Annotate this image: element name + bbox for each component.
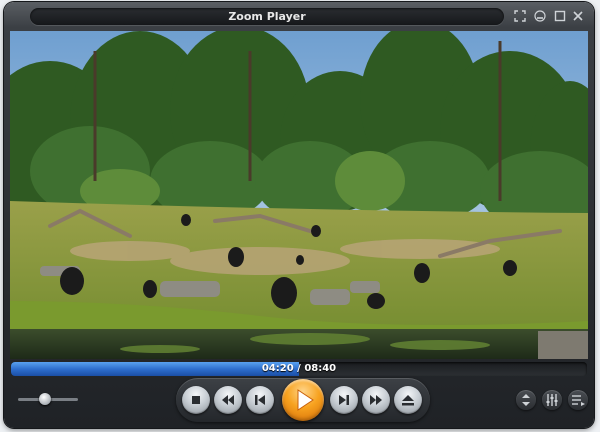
skip-previous-icon xyxy=(255,395,265,405)
player-window: Zoom Player 04:20 / 08:40 xyxy=(4,2,594,428)
time-separator: / xyxy=(293,363,305,374)
window-title: Zoom Player xyxy=(30,8,504,25)
volume-slider-handle[interactable] xyxy=(39,393,51,405)
fullscreen-icon xyxy=(514,10,526,22)
stop-button[interactable] xyxy=(182,386,210,414)
equalizer-button[interactable] xyxy=(542,390,562,410)
seek-bar[interactable]: 04:20 / 08:40 xyxy=(11,362,587,376)
rewind-button[interactable] xyxy=(214,386,242,414)
fast-forward-button[interactable] xyxy=(362,386,390,414)
current-time: 04:20 xyxy=(261,363,294,374)
fullscreen-button[interactable] xyxy=(512,8,528,24)
playlist-icon xyxy=(572,395,585,406)
minimize-icon xyxy=(534,10,546,22)
play-button[interactable] xyxy=(282,379,324,421)
maximize-button[interactable] xyxy=(552,8,568,24)
navigator-button[interactable] xyxy=(516,390,536,410)
maximize-icon xyxy=(554,10,566,22)
previous-button[interactable] xyxy=(246,386,274,414)
minimize-button[interactable] xyxy=(532,8,548,24)
time-display: 04:20 / 08:40 xyxy=(11,362,587,376)
next-button[interactable] xyxy=(330,386,358,414)
eject-icon xyxy=(402,395,414,406)
equalizer-icon xyxy=(546,394,558,406)
play-icon xyxy=(297,389,314,411)
video-frame xyxy=(10,31,588,359)
rewind-icon xyxy=(222,395,234,405)
up-down-arrows-icon xyxy=(522,394,530,406)
total-time: 08:40 xyxy=(304,363,337,374)
close-button[interactable] xyxy=(570,8,586,24)
close-icon xyxy=(573,11,583,21)
stop-icon xyxy=(192,396,200,404)
playlist-button[interactable] xyxy=(568,390,588,410)
title-bar[interactable]: Zoom Player xyxy=(4,2,594,30)
fast-forward-icon xyxy=(370,395,382,405)
video-area[interactable] xyxy=(10,31,588,359)
open-button[interactable] xyxy=(394,386,422,414)
skip-next-icon xyxy=(339,395,349,405)
